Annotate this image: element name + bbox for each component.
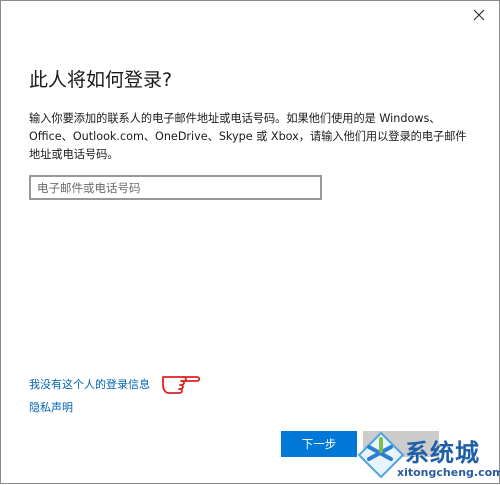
dialog-description: 输入你要添加的联系人的电子邮件地址或电话号码。如果他们使用的是 Windows、… <box>29 112 467 161</box>
dialog-title: 此人将如何登录? <box>29 69 173 91</box>
close-icon <box>473 9 485 21</box>
watermark: 系统城 xitongcheng.com <box>353 429 500 485</box>
privacy-statement-link[interactable]: 隐私声明 <box>29 399 73 415</box>
no-signin-info-link[interactable]: 我没有这个人的登录信息 <box>29 376 150 392</box>
pointing-hand-icon <box>162 376 201 394</box>
close-button[interactable] <box>471 7 487 23</box>
email-or-phone-input[interactable] <box>29 175 322 200</box>
watermark-url: xitongcheng.com <box>397 466 500 479</box>
account-dialog: 此人将如何登录? 输入你要添加的联系人的电子邮件地址或电话号码。如果他们使用的是… <box>0 0 500 484</box>
next-button[interactable]: 下一步 <box>281 431 357 457</box>
watermark-name: 系统城 <box>405 439 480 467</box>
